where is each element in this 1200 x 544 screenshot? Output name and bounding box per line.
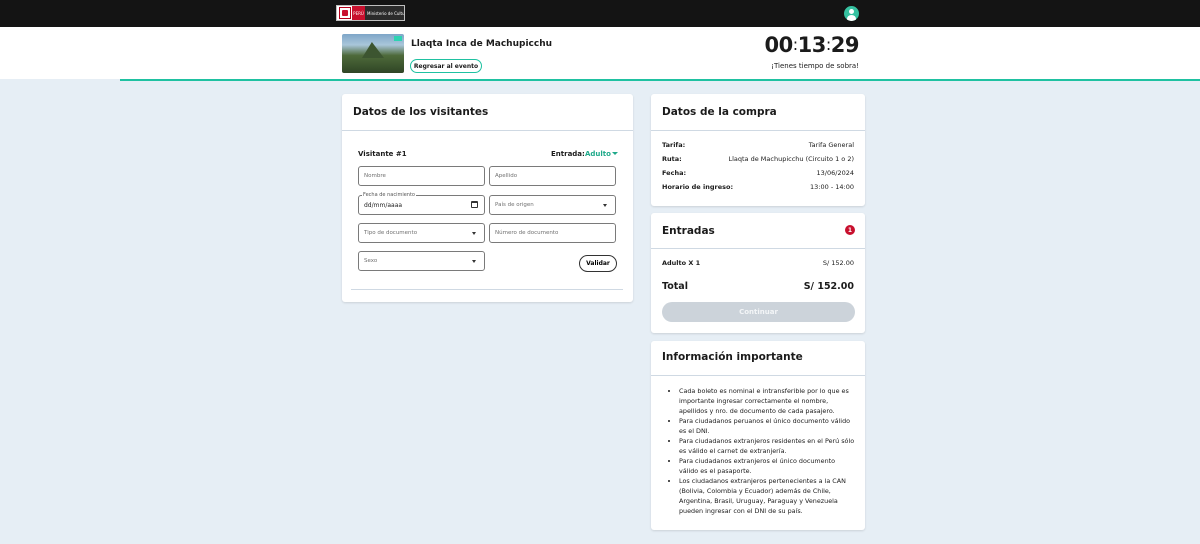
divider: [651, 130, 865, 131]
purchase-row-value: 13:00 - 14:00: [810, 183, 854, 191]
purchase-row-key: Ruta:: [662, 155, 682, 163]
total-label: Total: [662, 281, 688, 292]
purchase-row-tarifa: Tarifa: Tarifa General: [662, 141, 854, 150]
purchase-row-ruta: Ruta: Llaqta de Machupicchu (Circuito 1 …: [662, 155, 854, 164]
ticket-total: Total S/ 152.00: [662, 281, 854, 294]
ministry-logo[interactable]: PERÚ Ministerio de Cultura: [336, 5, 405, 21]
timer-separator: :: [825, 35, 831, 54]
back-to-event-button[interactable]: Regresar al evento: [410, 59, 482, 73]
purchase-row-fecha: Fecha: 13/06/2024: [662, 169, 854, 178]
purchase-row-key: Fecha:: [662, 169, 687, 177]
pais-origen-placeholder: País de origen: [495, 202, 534, 208]
list-item: Para ciudadanos extranjeros residentes e…: [679, 436, 856, 456]
tickets-card-title: Entradas: [662, 225, 715, 237]
chevron-down-icon: [603, 204, 607, 207]
top-bar: PERÚ Ministerio de Cultura: [0, 0, 1200, 27]
event-header: [0, 27, 1200, 79]
purchase-card: Datos de la compra Tarifa: Tarifa Genera…: [651, 94, 865, 206]
list-item: Para ciudadanos peruanos el único docume…: [679, 416, 856, 436]
purchase-row-key: Horario de ingreso:: [662, 183, 734, 191]
visitors-card: Datos de los visitantes Visitante #1 Ent…: [342, 94, 633, 302]
chevron-down-icon[interactable]: [612, 152, 618, 155]
info-card: Información importante Cada boleto es no…: [651, 341, 865, 530]
list-item: Para ciudadanos extranjeros el único doc…: [679, 456, 856, 476]
purchase-row-key: Tarifa:: [662, 141, 686, 149]
tipo-documento-select[interactable]: Tipo de documento: [358, 223, 485, 243]
visitors-card-title: Datos de los visitantes: [353, 106, 489, 118]
list-item: Cada boleto es nominal e intransferible …: [679, 386, 856, 416]
timer-separator: :: [792, 35, 798, 54]
event-thumbnail: [342, 34, 404, 73]
apellido-input[interactable]: Apellido: [489, 166, 616, 186]
list-item: Los ciudadanos extranjeros perteneciente…: [679, 476, 856, 516]
fecha-nacimiento-value: dd/mm/aaaa: [364, 202, 403, 209]
timer-minutes: 13: [797, 33, 827, 57]
logo-ministry-text: Ministerio de Cultura: [365, 6, 404, 20]
ticket-line-price: S/ 152.00: [822, 259, 854, 267]
sexo-placeholder: Sexo: [364, 258, 378, 264]
purchase-card-title: Datos de la compra: [662, 106, 777, 118]
tickets-count-badge: 1: [845, 225, 855, 235]
divider: [651, 248, 865, 249]
coat-of-arms-icon: [339, 7, 351, 19]
info-card-title: Información importante: [662, 351, 803, 363]
timer-seconds: 29: [830, 33, 860, 57]
purchase-row-value: Tarifa General: [808, 141, 854, 149]
nombre-placeholder: Nombre: [364, 173, 386, 179]
continuar-button[interactable]: Continuar: [662, 302, 855, 322]
user-icon[interactable]: [844, 6, 859, 21]
chevron-down-icon: [472, 232, 476, 235]
purchase-row-horario: Horario de ingreso: 13:00 - 14:00: [662, 183, 854, 192]
fecha-nacimiento-input[interactable]: Fecha de nacimiento dd/mm/aaaa: [358, 192, 485, 215]
purchase-row-value: 13/06/2024: [816, 169, 854, 177]
tickets-card: Entradas 1 Adulto X 1 S/ 152.00 Total S/…: [651, 213, 865, 333]
fecha-nacimiento-label: Fecha de nacimiento: [362, 192, 416, 198]
timer-message: ¡Tienes tiempo de sobra!: [771, 62, 859, 70]
ticket-line-label: Adulto X 1: [662, 259, 701, 267]
apellido-placeholder: Apellido: [495, 173, 518, 179]
pais-origen-select[interactable]: País de origen: [489, 195, 616, 215]
tipo-documento-placeholder: Tipo de documento: [364, 230, 418, 236]
numero-documento-placeholder: Número de documento: [495, 230, 559, 236]
numero-documento-input[interactable]: Número de documento: [489, 223, 616, 243]
total-value: S/ 152.00: [803, 281, 854, 292]
entrada-type-select[interactable]: Adulto: [585, 150, 611, 158]
calendar-icon[interactable]: [471, 201, 478, 208]
entrada-label: Entrada:: [551, 150, 585, 158]
timer-hours: 00: [764, 33, 794, 57]
header-accent-line: [120, 79, 1200, 81]
nombre-input[interactable]: Nombre: [358, 166, 485, 186]
divider: [351, 289, 623, 290]
divider: [342, 130, 633, 131]
visitor-number-label: Visitante #1: [358, 150, 407, 158]
ticket-line: Adulto X 1 S/ 152.00: [662, 259, 854, 268]
purchase-row-value: Llaqta de Machupicchu (Circuito 1 o 2): [728, 155, 854, 163]
validar-button[interactable]: Validar: [579, 255, 617, 272]
event-title: Llaqta Inca de Machupicchu: [411, 39, 553, 49]
info-list: Cada boleto es nominal e intransferible …: [670, 386, 856, 516]
chevron-down-icon: [472, 260, 476, 263]
sexo-select[interactable]: Sexo: [358, 251, 485, 271]
countdown-timer: 00:13:29: [760, 33, 860, 57]
logo-peru-text: PERÚ: [352, 6, 365, 20]
divider: [651, 375, 865, 376]
